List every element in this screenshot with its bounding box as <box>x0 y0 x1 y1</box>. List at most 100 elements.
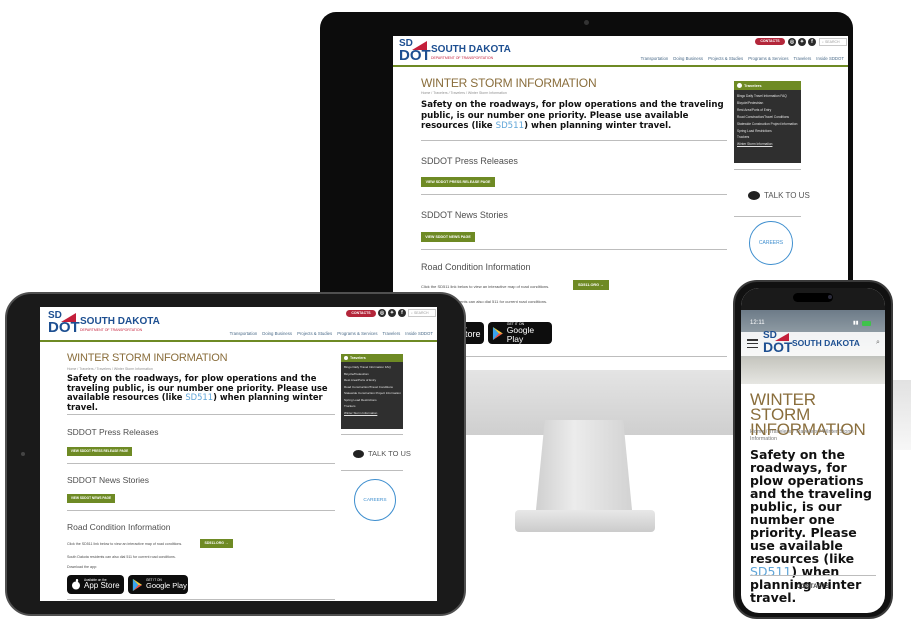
footer-contacts-link[interactable]: CONTACTS <box>741 584 885 590</box>
nav-transportation[interactable]: Transportation <box>641 56 669 61</box>
sidebar-item-winter-storm[interactable]: Winter Storm Information <box>344 410 400 417</box>
talk-to-us-button[interactable]: TALK TO US <box>748 191 810 200</box>
apple-icon <box>72 579 80 590</box>
divider <box>67 510 335 511</box>
sidebar-item-truckers[interactable]: Truckers <box>737 134 798 141</box>
phone-device: 12:11 ▮▮ SD DOT SOUTH DAKOTA ⌕ WINTER ST… <box>733 280 893 619</box>
careers-button[interactable]: CAREERS <box>749 221 793 265</box>
battery-icon <box>861 320 871 326</box>
nav-inside-sddot[interactable]: Inside SDDOT <box>816 56 844 61</box>
nav-programs-services[interactable]: Programs & Services <box>748 56 788 61</box>
travelers-sidebar: Travelers Bingo Daily Travel Information… <box>341 354 403 429</box>
road-condition-heading: Road Condition Information <box>421 262 531 272</box>
sidebar-item-load-restrictions[interactable]: Spring Load Restrictions <box>737 128 798 135</box>
nav-transportation[interactable]: Transportation <box>230 331 258 336</box>
divider <box>67 599 335 600</box>
contacts-button[interactable]: CONTACTS <box>346 310 376 317</box>
nav-doing-business[interactable]: Doing Business <box>262 331 292 336</box>
lead-statement: Safety on the roadways, for plow operati… <box>750 447 872 605</box>
monitor-neck <box>535 420 633 520</box>
dial-511-text: ents can also dial 511 for current road … <box>460 299 548 304</box>
nav-projects-studies[interactable]: Projects & Studies <box>297 331 332 336</box>
road-condition-text: Click the SD511 link below to view an in… <box>67 542 183 546</box>
press-release-button[interactable]: VIEW SDDOT PRESS RELEASE PAGE <box>67 447 132 456</box>
nav-projects-studies[interactable]: Projects & Studies <box>708 56 743 61</box>
road-condition-heading: Road Condition Information <box>67 522 171 532</box>
chevron-icon <box>344 356 348 360</box>
divider <box>421 249 727 250</box>
hamburger-menu-icon[interactable] <box>747 339 758 348</box>
signal-icon: ▮▮ <box>853 320 859 326</box>
sidebar-item-rest-area[interactable]: Rest Area/Ports of Entry <box>737 107 798 114</box>
monitor-foot <box>515 510 655 532</box>
nav-programs-services[interactable]: Programs & Services <box>337 331 377 336</box>
divider <box>67 463 335 464</box>
device-mockup-scene: SD DOT SOUTH DAKOTA DEPARTMENT OF TRANSP… <box>0 0 911 621</box>
monitor-camera <box>584 20 589 25</box>
breadcrumb: Home / Travelers / Travelers / Winter St… <box>750 429 854 442</box>
sd511-button[interactable]: SD511.ORG → <box>573 280 609 290</box>
contacts-button[interactable]: CONTACTS <box>755 38 785 45</box>
divider <box>67 414 335 415</box>
divider <box>750 575 876 576</box>
sd511-link[interactable]: SD511 <box>185 392 213 402</box>
site-logo[interactable]: SD DOT SOUTH DAKOTA DEPARTMENT OF TRANSP… <box>399 39 511 65</box>
careers-button[interactable]: CAREERS <box>354 479 396 521</box>
divider <box>421 356 727 357</box>
news-page-button[interactable]: VIEW SDDOT NEWS PAGE <box>421 232 475 242</box>
sidebar-divider <box>341 470 403 471</box>
sidebar-item-road-construction[interactable]: Road Construction/Travel Conditions <box>737 114 798 121</box>
chat-bubble-icon <box>748 191 760 200</box>
talk-to-us-button[interactable]: TALK TO US <box>353 449 411 458</box>
google-play-badge[interactable]: GET IT ON Google Play <box>128 575 188 594</box>
divider <box>421 140 727 141</box>
nav-travelers[interactable]: Travelers <box>383 331 401 336</box>
sidebar-item-travel-faq[interactable]: Bingo Daily Travel Information FAQ <box>737 93 798 100</box>
search-input[interactable]: ⌕ SEARCH <box>819 38 847 46</box>
app-store-badge[interactable]: Available on the App Store <box>67 575 124 594</box>
header-divider <box>40 340 437 342</box>
divider <box>421 194 727 195</box>
instagram-icon[interactable]: ◎ <box>378 309 386 317</box>
news-page-button[interactable]: VIEW SDDOT NEWS PAGE <box>67 494 115 503</box>
sidebar-divider <box>734 216 801 217</box>
breadcrumb: Home / Travelers / Travelers / Winter St… <box>421 91 507 95</box>
main-nav: Transportation Doing Business Projects &… <box>230 331 433 336</box>
google-play-icon <box>492 326 503 340</box>
dial-511-text: South Dakota residents can also dial 511… <box>67 555 176 559</box>
sidebar-item-project-info[interactable]: Statewide Construction Project Informati… <box>737 121 798 128</box>
instagram-icon[interactable]: ◎ <box>788 38 796 46</box>
facebook-icon[interactable]: f <box>808 38 816 46</box>
nav-travelers[interactable]: Travelers <box>794 56 812 61</box>
facebook-icon[interactable]: f <box>398 309 406 317</box>
nav-inside-sddot[interactable]: Inside SDDOT <box>405 331 433 336</box>
press-releases-heading: SDDOT Press Releases <box>67 427 159 437</box>
search-icon[interactable]: ⌕ <box>876 339 880 347</box>
site-logo[interactable]: SD DOT SOUTH DAKOTA <box>763 331 860 357</box>
phone-camera-dot <box>828 295 832 299</box>
google-play-badge[interactable]: GET IT ON Google Play <box>488 322 552 344</box>
travelers-sidebar: Travelers Bingo Daily Travel Information… <box>734 81 801 163</box>
tablet-screen: SD DOT SOUTH DAKOTA DEPARTMENT OF TRANSP… <box>40 307 437 601</box>
sd511-link[interactable]: SD511 <box>496 121 524 131</box>
news-stories-heading: SDDOT News Stories <box>421 210 508 220</box>
tablet-camera <box>21 452 25 456</box>
sd511-button[interactable]: SD511.ORG → <box>200 539 233 548</box>
sidebar-item-bicycle[interactable]: Bicycle/Pedestrian <box>737 100 798 107</box>
search-input[interactable]: ⌕ SEARCH <box>408 309 436 317</box>
sidebar-item-winter-storm[interactable]: Winter Storm Information <box>737 141 798 148</box>
nav-doing-business[interactable]: Doing Business <box>673 56 703 61</box>
twitter-icon[interactable]: ✦ <box>388 309 396 317</box>
press-releases-heading: SDDOT Press Releases <box>421 156 518 166</box>
download-app-text: Download the app: <box>67 565 97 569</box>
breadcrumb: Home / Travelers / Travelers / Winter St… <box>67 367 153 371</box>
sidebar-item-project-info[interactable]: Statewide Construction Project Informati… <box>344 390 401 397</box>
main-nav: Transportation Doing Business Projects &… <box>641 56 844 61</box>
road-condition-text: Click the SD511 link below to view an in… <box>421 284 550 289</box>
page-title: WINTER STORM INFORMATION <box>67 352 228 364</box>
twitter-icon[interactable]: ✦ <box>798 38 806 46</box>
phone-camera-island <box>793 293 833 302</box>
press-release-button[interactable]: VIEW SDDOT PRESS RELEASE PAGE <box>421 177 495 187</box>
site-logo[interactable]: SD DOT SOUTH DAKOTA DEPARTMENT OF TRANSP… <box>48 311 160 337</box>
status-time: 12:11 <box>750 320 765 326</box>
